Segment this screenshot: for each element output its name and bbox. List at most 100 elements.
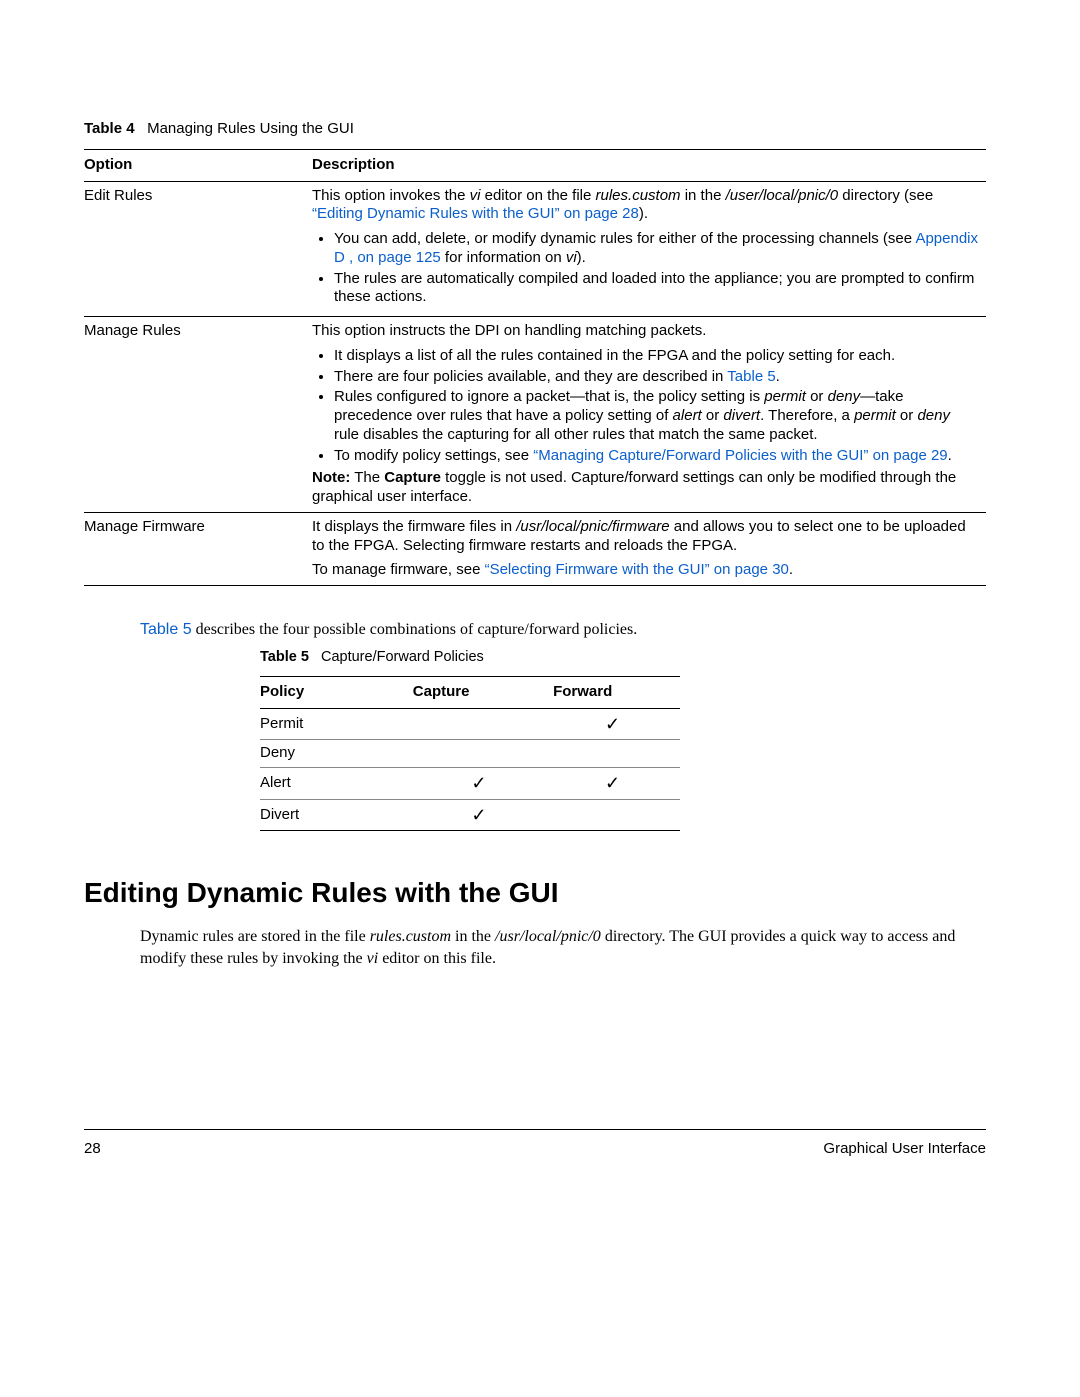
text: . Therefore, a: [760, 407, 854, 424]
text: directory (see: [838, 187, 933, 204]
table-row: Permit ✓: [260, 708, 680, 740]
text: editor on the file: [480, 187, 595, 204]
policy-cell: Divert: [260, 799, 413, 831]
list-item: There are four policies available, and t…: [334, 368, 978, 387]
text: To modify policy settings, see: [334, 447, 533, 464]
text: To manage firmware, see “Selecting Firmw…: [312, 561, 978, 580]
table5-head-forward: Forward: [553, 677, 680, 709]
text-italic: divert: [723, 407, 760, 424]
text: for information on: [441, 249, 566, 266]
table5-head-policy: Policy: [260, 677, 413, 709]
note-label: Note:: [312, 469, 350, 486]
table4-caption-title: Managing Rules Using the GUI: [147, 120, 354, 137]
link-editing-dynamic-rules[interactable]: “Editing Dynamic Rules with the GUI” on …: [312, 205, 639, 222]
table5-wrap: Table 5 Capture/Forward Policies Policy …: [260, 648, 680, 831]
link-table5-inline[interactable]: Table 5: [140, 621, 192, 638]
description-manage-firmware: It displays the firmware files in /usr/l…: [312, 512, 986, 585]
table5-head-capture: Capture: [413, 677, 553, 709]
manage-rules-note: Note: The Capture toggle is not used. Ca…: [312, 469, 978, 507]
table-row: Edit Rules This option invokes the vi ed…: [84, 181, 986, 317]
list-item: Rules configured to ignore a packet—that…: [334, 388, 978, 444]
list-item: To modify policy settings, see “Managing…: [334, 447, 978, 466]
text-italic: alert: [673, 407, 702, 424]
capture-cell: ✓: [413, 799, 553, 831]
text-italic: vi: [566, 249, 577, 266]
text-italic: vi: [470, 187, 481, 204]
table5-intro-text: Table 5 describes the four possible comb…: [140, 620, 986, 640]
text: describes the four possible combinations…: [192, 621, 638, 638]
capture-cell: [413, 740, 553, 768]
text-italic: /usr/local/pnic/firmware: [516, 518, 669, 535]
table-row: Manage Firmware It displays the firmware…: [84, 512, 986, 585]
forward-cell: [553, 740, 680, 768]
text: It displays the firmware files in: [312, 518, 516, 535]
list-item: It displays a list of all the rules cont…: [334, 347, 978, 366]
policy-cell: Permit: [260, 708, 413, 740]
table4-head-description: Description: [312, 149, 986, 181]
table-row: Deny: [260, 740, 680, 768]
table4-head-option: Option: [84, 149, 312, 181]
text: .: [789, 561, 793, 578]
text-italic: /user/local/pnic/0: [726, 187, 839, 204]
text: It displays the firmware files in /usr/l…: [312, 518, 978, 556]
text: This option instructs the DPI on handlin…: [312, 322, 706, 339]
list-item: The rules are automatically compiled and…: [334, 270, 978, 308]
link-selecting-firmware[interactable]: “Selecting Firmware with the GUI” on pag…: [485, 561, 789, 578]
page-footer: 28 Graphical User Interface: [84, 1129, 986, 1159]
text: or: [896, 407, 918, 424]
table5-caption-title: Capture/Forward Policies: [321, 649, 484, 665]
capture-cell: [413, 708, 553, 740]
description-manage-rules: This option instructs the DPI on handlin…: [312, 317, 986, 513]
text-italic: deny: [917, 407, 950, 424]
text: or: [806, 388, 828, 405]
text: There are four policies available, and t…: [334, 368, 727, 385]
text: Dynamic rules are stored in the file: [140, 928, 370, 945]
table4: Option Description Edit Rules This optio…: [84, 149, 986, 586]
forward-cell: ✓: [553, 708, 680, 740]
body-paragraph: Dynamic rules are stored in the file rul…: [140, 926, 986, 969]
page-number: 28: [84, 1140, 101, 1159]
text-italic: permit: [764, 388, 806, 405]
text: This option invokes the: [312, 187, 470, 204]
link-managing-capture-forward[interactable]: “Managing Capture/Forward Policies with …: [533, 447, 947, 464]
text-italic: rules.custom: [596, 187, 681, 204]
manage-rules-bullets: It displays a list of all the rules cont…: [312, 347, 978, 466]
policy-cell: Deny: [260, 740, 413, 768]
text: To manage firmware, see: [312, 561, 485, 578]
text-italic: vi: [367, 950, 379, 967]
section-heading: Editing Dynamic Rules with the GUI: [84, 875, 986, 910]
description-edit-rules: This option invokes the vi editor on the…: [312, 181, 986, 317]
option-edit-rules: Edit Rules: [84, 181, 312, 317]
forward-cell: [553, 799, 680, 831]
text: Rules configured to ignore a packet—that…: [334, 388, 764, 405]
page: Table 4 Managing Rules Using the GUI Opt…: [0, 0, 1080, 1219]
text: ).: [639, 205, 648, 222]
table4-caption-label: Table 4: [84, 120, 135, 137]
text-italic: deny: [828, 388, 861, 405]
text-italic: permit: [854, 407, 896, 424]
table5-caption: Table 5 Capture/Forward Policies: [260, 648, 680, 666]
link-table5[interactable]: Table 5: [727, 368, 775, 385]
text: .: [776, 368, 780, 385]
table4-caption: Table 4 Managing Rules Using the GUI: [84, 120, 986, 139]
text: ).: [577, 249, 586, 266]
text: You can add, delete, or modify dynamic r…: [334, 230, 915, 247]
edit-rules-bullets: You can add, delete, or modify dynamic r…: [312, 230, 978, 307]
text: editor on this file.: [378, 950, 496, 967]
capture-cell: ✓: [413, 768, 553, 800]
text: in the: [681, 187, 726, 204]
forward-cell: ✓: [553, 768, 680, 800]
text: .: [948, 447, 952, 464]
table5-caption-label: Table 5: [260, 649, 309, 665]
footer-section: Graphical User Interface: [823, 1140, 986, 1159]
table-row: Alert ✓ ✓: [260, 768, 680, 800]
text-italic: /usr/local/pnic/0: [495, 928, 601, 945]
text: in the: [451, 928, 495, 945]
table5: Policy Capture Forward Permit ✓ Deny Al: [260, 676, 680, 831]
text: or: [702, 407, 724, 424]
note-capture: Capture: [384, 469, 441, 486]
policy-cell: Alert: [260, 768, 413, 800]
text: rule disables the capturing for all othe…: [334, 426, 818, 443]
list-item: You can add, delete, or modify dynamic r…: [334, 230, 978, 268]
table-row: Manage Rules This option instructs the D…: [84, 317, 986, 513]
